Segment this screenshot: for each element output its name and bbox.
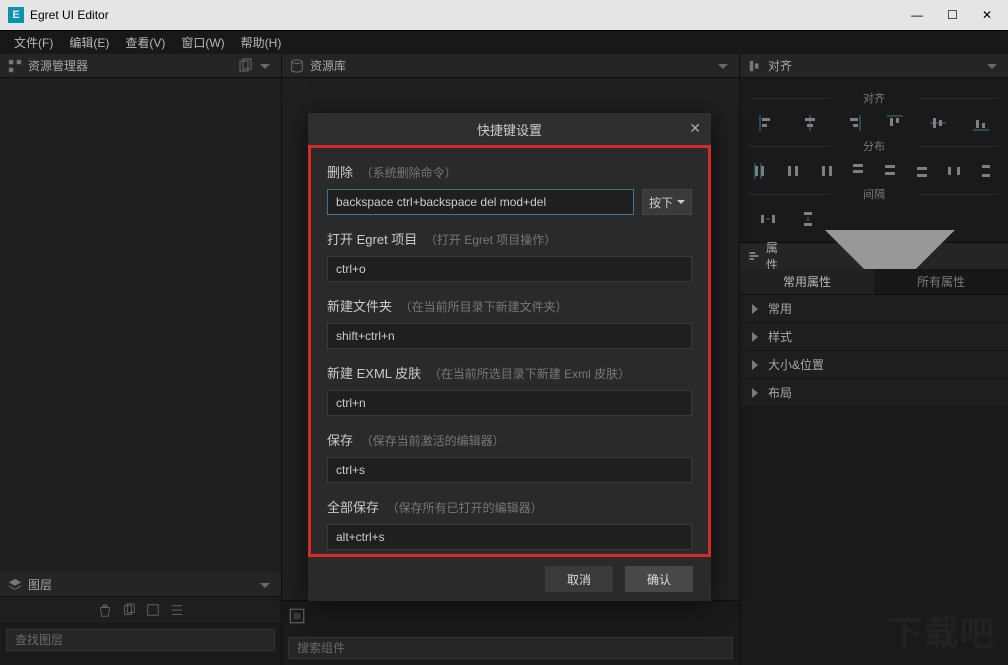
shortcut-item: 新建 EXML 皮肤 （在当前所选目录下新建 Exml 皮肤）	[311, 353, 708, 420]
shortcut-name: 新建 EXML 皮肤	[327, 366, 421, 381]
shortcut-name: 打开 Egret 项目	[327, 232, 417, 247]
shortcut-input[interactable]	[327, 524, 692, 550]
cancel-button[interactable]: 取消	[545, 566, 613, 592]
shortcut-item: 打开 Egret 项目 （打开 Egret 项目操作）	[311, 219, 708, 286]
shortcut-hint: （打开 Egret 项目操作）	[425, 233, 556, 247]
shortcut-item: 保存 （保存当前激活的编辑器）	[311, 420, 708, 487]
shortcut-name: 新建文件夹	[327, 299, 392, 314]
shortcut-item: 全部保存 （保存所有已打开的编辑器）	[311, 487, 708, 554]
shortcut-item: 删除 （系统删除命令） 按下	[311, 152, 708, 219]
shortcut-hint: （保存当前激活的编辑器）	[361, 434, 505, 448]
dialog-close-button[interactable]: ✕	[689, 120, 701, 137]
trigger-select[interactable]: 按下	[642, 189, 692, 215]
shortcut-input[interactable]	[327, 323, 692, 349]
shortcut-input[interactable]	[327, 189, 634, 215]
dialog-title: 快捷键设置	[477, 120, 542, 139]
shortcut-item: 新建文件夹 （在当前所目录下新建文件夹）	[311, 286, 708, 353]
shortcut-input[interactable]	[327, 457, 692, 483]
shortcut-hint: （系统删除命令）	[361, 166, 457, 180]
shortcut-input[interactable]	[327, 256, 692, 282]
shortcut-input[interactable]	[327, 390, 692, 416]
shortcut-hint: （在当前所选目录下新建 Exml 皮肤）	[429, 367, 630, 381]
shortcut-name: 保存	[327, 433, 353, 448]
ok-button[interactable]: 确认	[625, 566, 693, 592]
shortcut-name: 全部保存	[327, 500, 379, 515]
shortcut-settings-dialog: 快捷键设置 ✕ 删除 （系统删除命令） 按下 打开 Egret 项目 （打开 Eg…	[308, 113, 711, 601]
shortcut-name: 删除	[327, 165, 353, 180]
shortcut-hint: （在当前所目录下新建文件夹）	[400, 300, 568, 314]
shortcut-hint: （保存所有已打开的编辑器）	[387, 501, 543, 515]
